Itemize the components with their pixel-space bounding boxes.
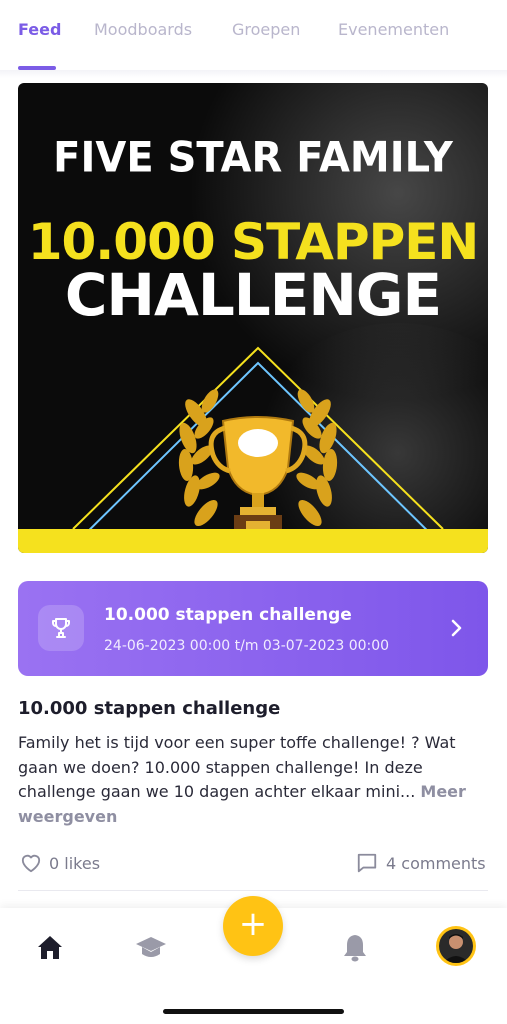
top-tabs: Feed Moodboards Groepen Evenementen <box>0 0 507 70</box>
tab-groepen[interactable]: Groepen <box>232 20 300 39</box>
tab-feed[interactable]: Feed <box>18 20 61 39</box>
home-indicator <box>163 1009 344 1014</box>
comments-button[interactable]: 4 comments <box>356 851 488 877</box>
bottom-navigation: + <box>0 896 507 1024</box>
comment-icon <box>357 853 377 873</box>
nav-notifications[interactable] <box>335 930 375 964</box>
trophy-icon <box>38 605 84 651</box>
event-title: 10.000 stappen challenge <box>104 605 352 625</box>
likes-count: 0 likes <box>49 854 101 873</box>
bell-icon <box>344 935 366 962</box>
tab-evenementen[interactable]: Evenementen <box>338 20 449 39</box>
event-card[interactable]: 10.000 stappen challenge 24-06-2023 00:0… <box>18 581 488 676</box>
tabs-divider <box>0 70 507 78</box>
post-divider <box>18 890 488 891</box>
chevron-right-icon <box>451 619 462 637</box>
post-actions: 0 likes 4 comments <box>18 851 488 877</box>
comments-count: 4 comments <box>386 854 486 873</box>
event-date-range: 24-06-2023 00:00 t/m 03-07-2023 00:00 <box>104 638 390 654</box>
challenge-banner-image[interactable]: FIVE STAR FAMILY 10.000 STAPPEN CHALLENG… <box>18 83 488 553</box>
avatar-photo <box>439 929 473 963</box>
home-icon <box>38 936 62 959</box>
add-post-button[interactable]: + <box>223 896 283 956</box>
avatar[interactable] <box>436 926 476 966</box>
tab-moodboards[interactable]: Moodboards <box>94 20 192 39</box>
nav-learning[interactable] <box>131 930 171 964</box>
post-body: Family het is tijd voor een super toffe … <box>18 731 488 829</box>
post-title: 10.000 stappen challenge <box>18 698 281 719</box>
heart-icon <box>21 854 41 873</box>
graduation-cap-icon <box>136 937 166 957</box>
nav-home[interactable] <box>30 930 70 964</box>
post-body-text: Family het is tijd voor een super toffe … <box>18 733 456 801</box>
banner-yellow-strip <box>18 529 488 553</box>
banner-heading: FIVE STAR FAMILY <box>53 133 453 183</box>
banner-white-text: CHALLENGE <box>64 261 442 329</box>
add-icon: + <box>238 904 268 944</box>
